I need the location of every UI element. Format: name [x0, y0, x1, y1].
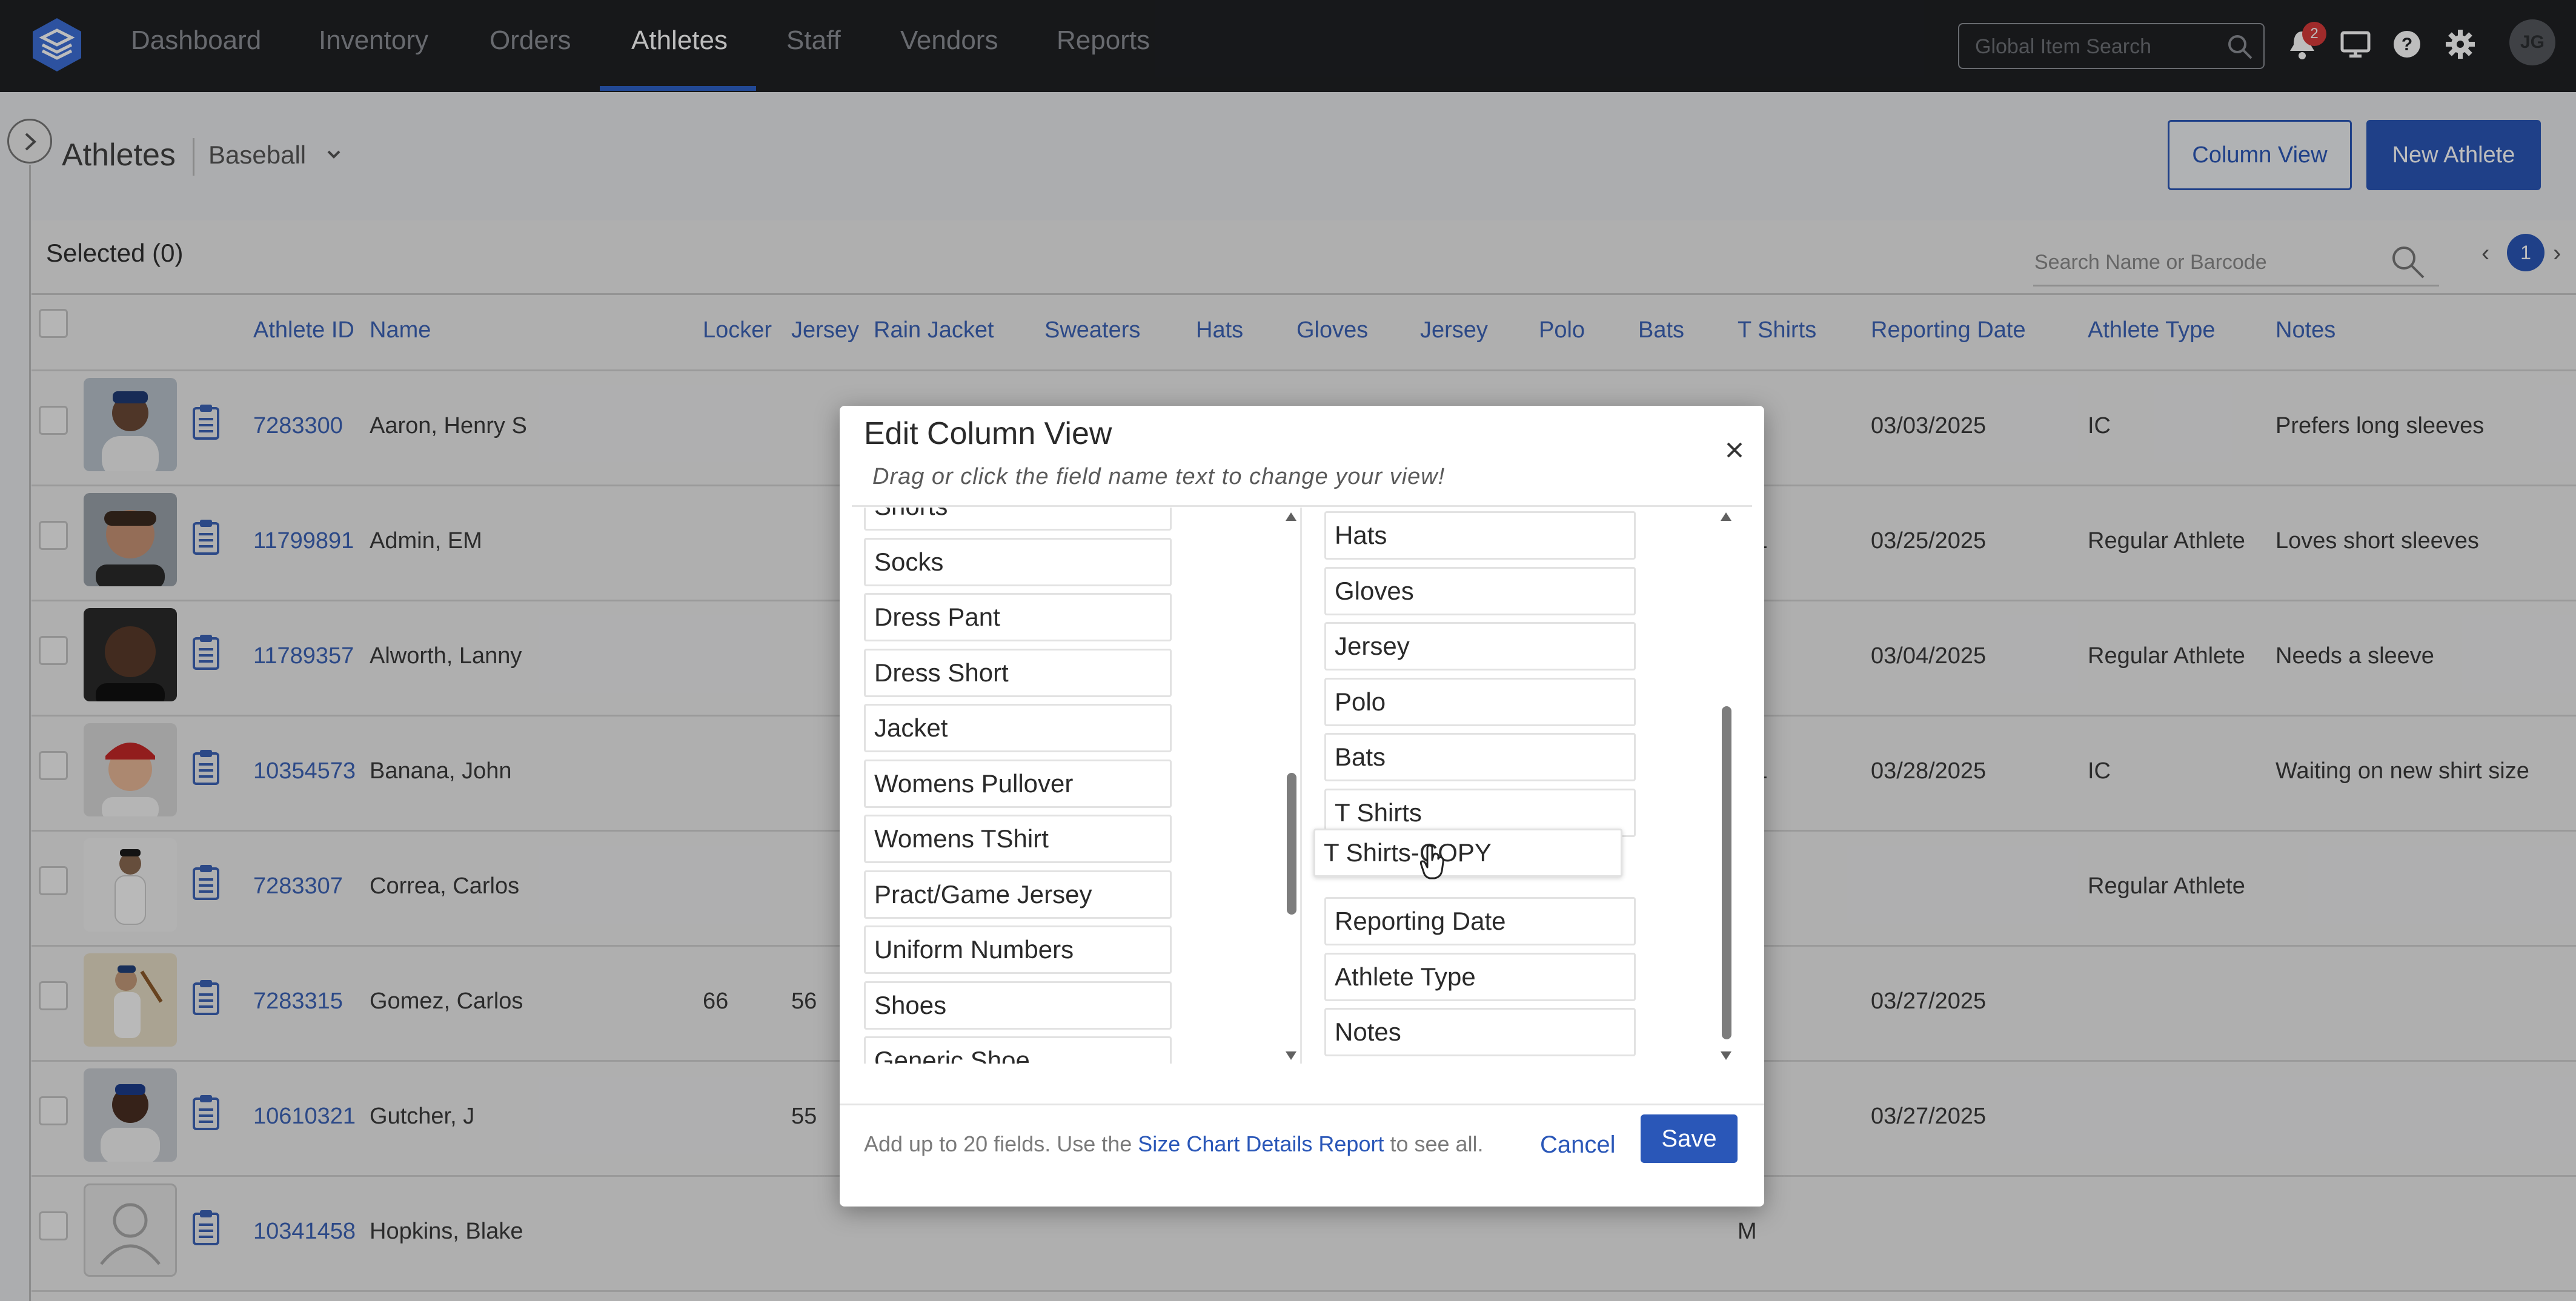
field-item[interactable]: Bats — [1324, 733, 1636, 781]
size-chart-report-link[interactable]: Size Chart Details Report — [1138, 1131, 1384, 1156]
scroll-down-arrow[interactable] — [1286, 1051, 1296, 1060]
field-item[interactable]: Reporting Date — [1324, 897, 1636, 945]
field-item[interactable]: Dress Pant — [864, 593, 1172, 641]
dragging-field-ghost[interactable]: T Shirts-COPY — [1313, 829, 1622, 877]
cancel-button[interactable]: Cancel — [1540, 1131, 1616, 1159]
edit-column-view-modal: Edit Column View Drag or click the field… — [840, 406, 1764, 1207]
selected-fields-list: Hats Gloves Jersey Polo Bats T Shirts Re… — [1298, 508, 1740, 1064]
scrollbar-thumb[interactable] — [1287, 773, 1296, 915]
field-item[interactable]: Generic Shoe — [864, 1036, 1172, 1064]
available-fields-list: Shorts Socks Dress Pant Dress Short Jack… — [864, 508, 1197, 1064]
close-icon[interactable] — [1725, 441, 1744, 459]
field-item[interactable]: Notes — [1324, 1008, 1636, 1056]
field-item[interactable]: Dress Short — [864, 649, 1172, 697]
field-item[interactable]: Polo — [1324, 678, 1636, 726]
scrollbar-thumb[interactable] — [1722, 706, 1731, 1039]
modal-title: Edit Column View — [864, 416, 1112, 451]
modal-subtitle: Drag or click the field name text to cha… — [872, 464, 1446, 489]
field-item[interactable]: Uniform Numbers — [864, 925, 1172, 974]
field-item[interactable]: Womens TShirt — [864, 815, 1172, 863]
scroll-up-arrow[interactable] — [1721, 512, 1731, 521]
modal-header-divider — [852, 505, 1752, 507]
field-item[interactable]: Gloves — [1324, 567, 1636, 615]
scroll-up-arrow[interactable] — [1286, 512, 1296, 521]
field-item[interactable]: Womens Pullover — [864, 760, 1172, 808]
footer-note-suffix: to see all. — [1384, 1131, 1484, 1156]
field-item[interactable]: Jacket — [864, 704, 1172, 752]
field-item[interactable]: Athlete Type — [1324, 953, 1636, 1001]
field-item[interactable]: Hats — [1324, 511, 1636, 560]
field-item[interactable]: Shorts — [864, 508, 1172, 531]
field-item[interactable]: Shoes — [864, 981, 1172, 1030]
field-item[interactable]: Socks — [864, 538, 1172, 586]
footer-note-prefix: Add up to 20 fields. Use the — [864, 1131, 1138, 1156]
hand-cursor-icon — [1419, 844, 1444, 879]
footer-note: Add up to 20 fields. Use the Size Chart … — [864, 1131, 1484, 1157]
field-item[interactable]: Jersey — [1324, 622, 1636, 670]
modal-footer-divider — [840, 1104, 1764, 1105]
save-button[interactable]: Save — [1641, 1114, 1738, 1163]
scroll-down-arrow[interactable] — [1721, 1051, 1731, 1060]
left-list-scrollbar[interactable] — [1284, 512, 1298, 1060]
field-item[interactable]: Pract/Game Jersey — [864, 870, 1172, 919]
right-list-scrollbar[interactable] — [1719, 512, 1733, 1060]
